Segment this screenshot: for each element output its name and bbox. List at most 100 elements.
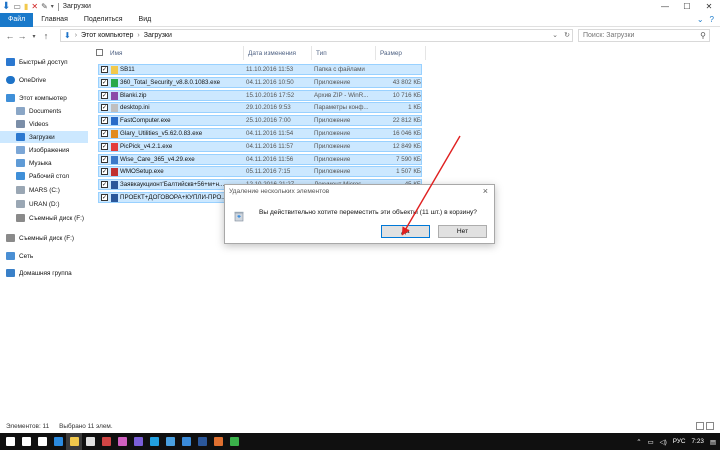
select-all-checkbox[interactable] [96,49,103,56]
tab-share[interactable]: Поделиться [76,13,131,27]
search-icon[interactable]: ⚲ [700,31,706,40]
volume-icon[interactable]: ◁) [660,438,667,446]
recent-locations-icon[interactable]: ▾ [28,33,40,40]
breadcrumb-downloads[interactable]: Загрузки [144,32,172,39]
archive-icon [111,91,118,100]
nav-this-pc[interactable]: Этот компьютер [6,92,96,104]
back-icon[interactable]: ← [4,31,16,41]
nav-quick-access[interactable]: Быстрый доступ [6,56,96,68]
taskbar-app[interactable] [66,433,82,450]
taskbar-app[interactable] [162,433,178,450]
row-checkbox[interactable]: ✓ [101,155,108,163]
details-view-icon[interactable] [696,422,704,430]
row-checkbox[interactable]: ✓ [101,104,108,112]
file-type: Приложение [314,117,351,125]
rename-icon[interactable]: ✎ [41,2,48,12]
app-icon [111,78,118,87]
status-bar: Элементов: 11 Выбрано 11 элем. [0,420,720,433]
taskbar-app[interactable] [2,433,18,450]
delete-confirm-dialog: Удаление нескольких элементов × Вы дейст… [224,184,495,244]
nav-downloads[interactable]: Загрузки [0,131,88,143]
nav-removable-f-root[interactable]: Съемный диск (F:) [6,232,96,244]
file-row[interactable]: ✓ desktop.ini 29.10.2016 9:53 Параметры кон… [98,102,422,114]
maximize-button[interactable]: ☐ [676,0,698,13]
nav-label: Сеть [19,252,34,260]
column-header-name[interactable]: Имя [106,46,244,60]
network-tray-icon[interactable]: ▭ [648,438,654,446]
taskbar-app[interactable] [82,433,98,450]
taskbar-app[interactable] [146,433,162,450]
yes-button[interactable]: Да [381,225,430,238]
row-checkbox[interactable]: ✓ [101,168,108,176]
expand-ribbon-icon[interactable]: ⌄ [697,15,704,24]
forward-icon[interactable]: → [16,31,28,41]
tray-chevron-icon[interactable]: ⌃ [636,438,641,446]
taskbar-app[interactable] [210,433,226,450]
search-input[interactable] [583,32,693,39]
taskbar-app[interactable] [18,433,34,450]
new-folder-icon[interactable]: ▮ [24,2,28,12]
taskbar-app[interactable] [50,433,66,450]
row-checkbox[interactable]: ✓ [101,142,108,150]
address-field[interactable]: ⬇ › Этот компьютер › Загрузки ⌄ ↻ [60,29,573,42]
language-indicator[interactable]: РУС [673,438,686,445]
row-checkbox[interactable]: ✓ [101,117,108,125]
file-name: desktop.ini [120,104,150,112]
download-arrow-icon[interactable]: ⬇ [2,1,10,12]
file-row[interactable]: ✓ 360_Total_Security_v8.8.0.1083.exe 04.11… [98,76,422,88]
nav-network[interactable]: Сеть [6,250,96,262]
row-checkbox[interactable]: ✓ [101,91,108,99]
file-row[interactable]: ✓ Blanki.zip 15.10.2016 17:52 Архив ZIP - W… [98,89,422,101]
file-size: 16 046 КБ [392,130,421,137]
minimize-button[interactable]: — [654,0,676,13]
file-row[interactable]: ✓ Wise_Care_365_v4.29.exe 04.11.2016 11:56… [98,153,422,165]
file-row[interactable]: ✓ Glary_Utilities_v5.62.0.83.exe 04.11.201… [98,128,422,139]
taskbar-app[interactable] [226,433,242,450]
file-date: 05.11.2016 7:15 [246,168,291,176]
properties-icon[interactable]: ▭ [13,2,21,12]
taskbar-app[interactable] [98,433,114,450]
column-header-type[interactable]: Тип [312,46,376,60]
close-button[interactable]: ✕ [698,0,720,13]
nav-onedrive[interactable]: OneDrive [6,74,96,86]
file-name: WMOSetup.exe [120,168,164,176]
row-checkbox[interactable]: ✓ [101,78,108,86]
nav-label: Videos [29,120,49,128]
up-icon[interactable]: ↑ [40,31,52,41]
row-checkbox[interactable]: ✓ [101,181,108,189]
row-checkbox[interactable]: ✓ [101,66,108,73]
clock[interactable]: 7:23 [692,438,704,445]
taskbar-app[interactable] [130,433,146,450]
download-icon [16,133,25,141]
delete-icon[interactable]: ✕ [31,2,38,12]
tab-home[interactable]: Главная [33,13,76,27]
row-checkbox[interactable]: ✓ [101,130,108,137]
file-row[interactable]: ✓ FastComputer.exe 25.10.2016 7:00 Приложен… [98,115,422,127]
row-checkbox[interactable]: ✓ [101,194,108,201]
refresh-icon[interactable]: ↻ [564,31,570,39]
taskbar-app[interactable] [178,433,194,450]
explorer-icon [69,437,79,446]
notifications-icon[interactable]: ▤ [710,438,716,446]
file-row[interactable]: ✓ PicPick_v4.2.1.exe 04.11.2016 11:57 Прило… [98,140,422,152]
taskbar-app[interactable] [194,433,210,450]
tab-view[interactable]: Вид [131,13,160,27]
qat-dropdown-icon[interactable]: ▾ [51,2,54,12]
taskbar-app[interactable] [34,433,50,450]
taskbar-app[interactable] [114,433,130,450]
file-size: 1 507 КБ [396,168,421,176]
ribbon-tabs: Файл Главная Поделиться Вид ⌄ ? [0,12,720,27]
column-header-date[interactable]: Дата изменения [244,46,312,60]
file-row[interactable]: ✓ WMOSetup.exe 05.11.2016 7:15 Приложение 1 … [98,166,422,178]
help-icon[interactable]: ? [710,15,714,24]
tab-file[interactable]: Файл [0,12,34,27]
search-box[interactable]: ⚲ [578,29,710,42]
column-header-size[interactable]: Размер [376,46,426,60]
no-button[interactable]: Нет [438,225,487,238]
dialog-close-icon[interactable]: × [483,186,488,196]
address-dropdown-icon[interactable]: ⌄ [552,31,558,39]
breadcrumb-this-pc[interactable]: Этот компьютер [81,32,133,39]
large-icons-view-icon[interactable] [706,422,714,430]
file-row[interactable]: ✓ SB11 11.10.2016 11:53 Папка с файлами [98,64,422,75]
nav-homegroup[interactable]: Домашняя группа [6,267,96,279]
